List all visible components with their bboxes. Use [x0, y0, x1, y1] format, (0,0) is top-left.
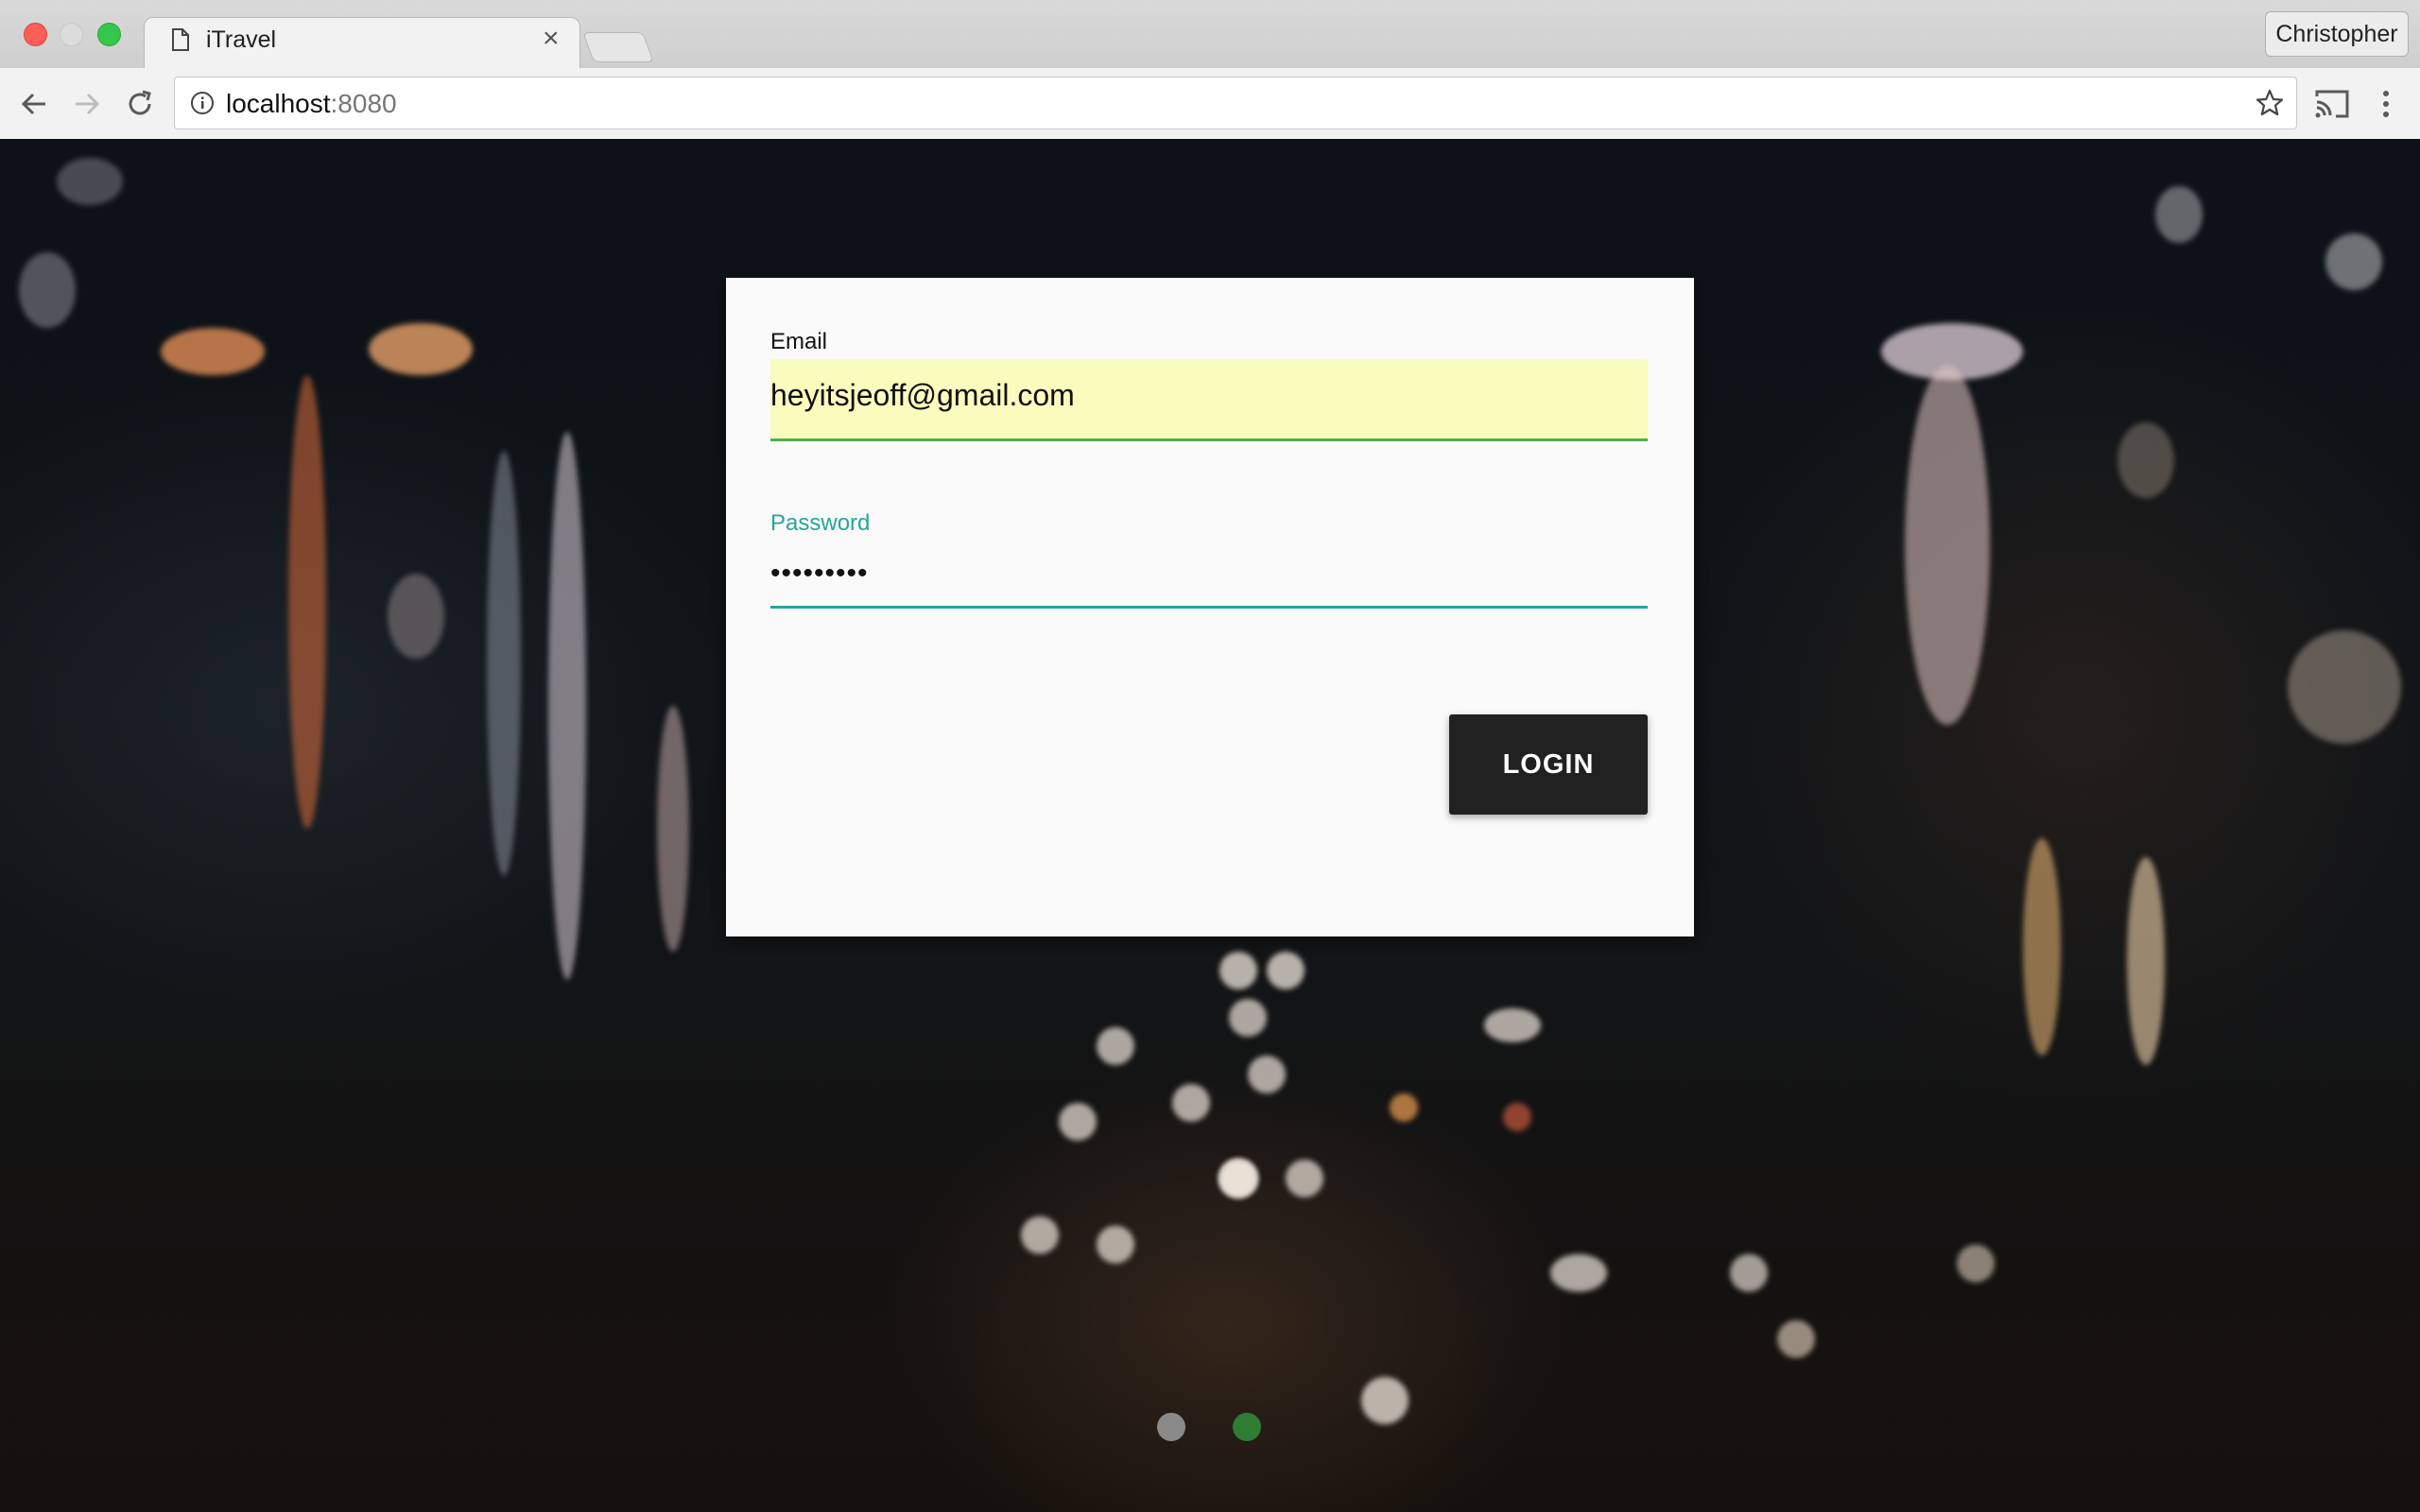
- bokeh-light: [1957, 1245, 1995, 1282]
- page-icon: [172, 28, 189, 51]
- bokeh-light: [1097, 1226, 1134, 1263]
- bokeh-light: [161, 328, 265, 375]
- bokeh-light: [388, 574, 444, 659]
- bokeh-light: [2325, 233, 2382, 290]
- bokeh-light: [657, 706, 689, 952]
- password-input[interactable]: •••••••••: [770, 552, 1648, 609]
- email-input[interactable]: heyitsjeoff@gmail.com: [770, 359, 1648, 441]
- bookmark-star-icon[interactable]: [2255, 88, 2285, 118]
- bokeh-light: [1059, 1103, 1097, 1141]
- window-minimize-button[interactable]: [60, 23, 83, 46]
- bokeh-light: [548, 432, 586, 980]
- window-close-button[interactable]: [24, 23, 47, 46]
- browser-menu-icon[interactable]: [2375, 87, 2397, 121]
- bokeh-light: [1550, 1254, 1607, 1292]
- tab-title: iTravel: [206, 26, 277, 53]
- bokeh-light: [2118, 422, 2174, 498]
- password-label: Password: [770, 510, 871, 536]
- bokeh-light: [1361, 1377, 1409, 1424]
- browser-toolbar: localhost:8080: [0, 68, 2420, 140]
- bokeh-light: [57, 158, 123, 205]
- back-arrow-icon[interactable]: [17, 87, 51, 121]
- site-info-icon[interactable]: [190, 91, 215, 115]
- bokeh-light: [369, 323, 473, 375]
- reload-icon[interactable]: [123, 87, 157, 121]
- bokeh-light: [487, 451, 521, 876]
- bokeh-light: [1503, 1103, 1531, 1131]
- new-tab-button[interactable]: [582, 32, 654, 62]
- carousel-dot[interactable]: [1157, 1413, 1185, 1441]
- browser-chrome: iTravel × Christopher localhost:8080: [0, 0, 2420, 140]
- bokeh-light: [1021, 1216, 1059, 1254]
- bokeh-light: [288, 375, 326, 829]
- forward-arrow-icon[interactable]: [70, 87, 104, 121]
- bokeh-light: [1484, 1008, 1541, 1042]
- bokeh-light: [1730, 1254, 1768, 1292]
- bokeh-light: [1267, 952, 1305, 989]
- bokeh-light: [2127, 857, 2165, 1065]
- carousel-dot-active[interactable]: [1233, 1413, 1261, 1441]
- bokeh-light: [1172, 1084, 1210, 1122]
- address-bar[interactable]: localhost:8080: [174, 77, 2297, 129]
- bokeh-light: [1248, 1056, 1286, 1093]
- login-button[interactable]: LOGIN: [1449, 714, 1648, 815]
- bokeh-light: [2023, 838, 2061, 1056]
- bokeh-light: [1286, 1160, 1323, 1197]
- tab-strip: iTravel × Christopher: [0, 0, 2420, 69]
- bokeh-light: [1777, 1320, 1815, 1358]
- bokeh-light: [1390, 1093, 1418, 1122]
- url-text: localhost:8080: [226, 89, 397, 118]
- email-field-group: Email heyitsjeoff@gmail.com: [770, 329, 1648, 441]
- bokeh-light: [1229, 999, 1267, 1037]
- profile-button[interactable]: Christopher: [2265, 11, 2409, 57]
- bokeh-light: [19, 252, 76, 328]
- bokeh-light: [1097, 1027, 1134, 1065]
- cast-icon[interactable]: [2313, 87, 2351, 121]
- bokeh-light: [1905, 366, 1990, 725]
- bokeh-light: [1219, 952, 1257, 989]
- tab-close-icon[interactable]: ×: [543, 25, 560, 53]
- password-field-group: Password •••••••••: [770, 510, 1648, 609]
- bokeh-light: [1219, 1160, 1257, 1197]
- bokeh-light: [2288, 630, 2401, 744]
- email-label: Email: [770, 329, 828, 354]
- bokeh-light: [2155, 186, 2203, 243]
- window-maximize-button[interactable]: [97, 23, 121, 46]
- login-card: Email heyitsjeoff@gmail.com Password •••…: [726, 278, 1694, 936]
